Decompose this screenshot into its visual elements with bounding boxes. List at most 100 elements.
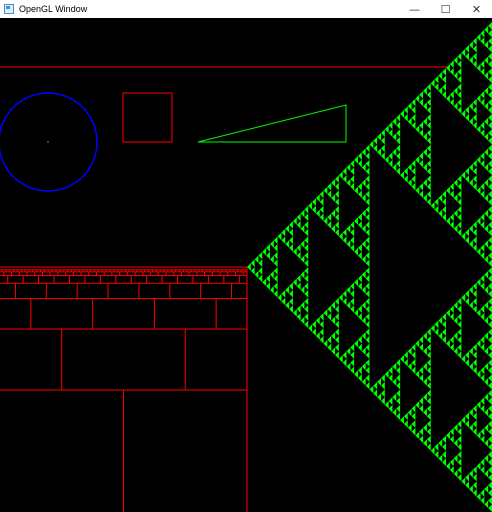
- sierpinski-cell: [438, 194, 443, 202]
- sierpinski-cell: [365, 152, 370, 160]
- sierpinski-cell: [289, 305, 293, 313]
- sierpinski-cell: [480, 190, 485, 199]
- sierpinski-cell: [488, 267, 492, 275]
- sierpinski-cell: [331, 209, 336, 218]
- sierpinski-cell: [258, 274, 263, 283]
- sierpinski-cell: [350, 358, 355, 367]
- sierpinski-cell: [403, 412, 408, 421]
- sierpinski-cell: [350, 244, 355, 252]
- sierpinski-cell: [346, 163, 351, 172]
- sierpinski-cell: [488, 205, 492, 214]
- sierpinski-cell: [331, 194, 336, 202]
- sierpinski-cell: [488, 404, 492, 413]
- sierpinski-cell: [392, 133, 397, 141]
- sierpinski-cell: [480, 152, 485, 160]
- sierpinski-cell: [423, 87, 427, 95]
- sierpinski-cell: [488, 282, 492, 290]
- sierpinski-cell: [488, 228, 492, 237]
- sierpinski-cell: [354, 370, 359, 379]
- sierpinski-cell: [300, 209, 305, 218]
- sierpinski-cell: [346, 347, 351, 356]
- sierpinski-cell: [480, 213, 485, 222]
- sierpinski-cell: [472, 404, 477, 413]
- sierpinski-cell: [266, 244, 270, 252]
- sierpinski-cell: [365, 190, 370, 199]
- sierpinski-cell: [273, 251, 278, 260]
- sierpinski-cell: [285, 240, 290, 248]
- sierpinski-cell: [484, 224, 489, 233]
- sierpinski-cell: [411, 121, 416, 130]
- sierpinski-cell: [453, 87, 458, 95]
- sierpinski-cell: [434, 205, 439, 214]
- sierpinski-cell: [480, 274, 485, 283]
- sierpinski-cell: [350, 159, 355, 168]
- sierpinski-cell: [315, 332, 320, 340]
- sierpinski-cell: [423, 163, 427, 172]
- sierpinski-cell: [426, 435, 431, 444]
- minimize-button[interactable]: —: [399, 0, 430, 18]
- sierpinski-cell: [488, 251, 492, 260]
- sierpinski-cell: [488, 198, 492, 206]
- sierpinski-cell: [300, 316, 305, 325]
- gl-canvas[interactable]: [0, 18, 492, 512]
- sierpinski-cell: [342, 289, 347, 298]
- sierpinski-cell: [488, 397, 492, 405]
- sierpinski-cell: [384, 370, 389, 379]
- sierpinski-cell: [411, 167, 416, 176]
- sierpinski-cell: [358, 182, 362, 191]
- sierpinski-cell: [426, 351, 431, 359]
- sierpinski-cell: [484, 209, 489, 218]
- sierpinski-cell: [266, 251, 270, 260]
- sierpinski-cell: [296, 312, 301, 321]
- sierpinski-cell: [365, 312, 370, 321]
- sierpinski-cell: [312, 198, 316, 206]
- sierpinski-cell: [358, 282, 362, 290]
- sierpinski-cell: [327, 305, 332, 313]
- sierpinski-cell: [484, 439, 489, 447]
- sierpinski-cell: [457, 60, 462, 68]
- sierpinski-cell: [419, 129, 424, 137]
- sierpinski-cell: [488, 129, 492, 137]
- sierpinski-cell: [419, 98, 424, 107]
- sierpinski-cell: [411, 358, 416, 367]
- sierpinski-cell: [480, 466, 485, 474]
- sierpinski-cell: [411, 113, 416, 122]
- sierpinski-cell: [411, 366, 416, 375]
- sierpinski-cell: [488, 152, 492, 160]
- sierpinski-cell: [365, 228, 370, 237]
- sierpinski-cell: [319, 213, 324, 222]
- sierpinski-cell: [342, 228, 347, 237]
- sierpinski-cell: [465, 228, 470, 237]
- sierpinski-cell: [350, 343, 355, 352]
- close-button[interactable]: ✕: [461, 0, 492, 18]
- sierpinski-cell: [472, 358, 477, 367]
- sierpinski-cell: [472, 343, 477, 352]
- sierpinski-cell: [453, 194, 458, 202]
- sierpinski-cell: [488, 335, 492, 344]
- sierpinski-cell: [461, 232, 466, 241]
- sierpinski-cell: [442, 205, 447, 214]
- sierpinski-cell: [480, 67, 485, 76]
- sierpinski-cell: [426, 335, 431, 344]
- sierpinski-cell: [392, 362, 397, 371]
- sierpinski-cell: [354, 217, 359, 225]
- sierpinski-cell: [361, 270, 366, 279]
- sierpinski-cell: [472, 305, 477, 313]
- sierpinski-cell: [331, 301, 336, 310]
- sierpinski-cell: [457, 343, 462, 352]
- sierpinski-cell: [327, 182, 332, 191]
- sierpinski-cell: [469, 224, 473, 233]
- sierpinski-cell: [426, 175, 431, 183]
- sierpinski-cell: [296, 274, 301, 283]
- sierpinski-cell: [419, 182, 424, 191]
- sierpinski-cell: [484, 41, 489, 49]
- maximize-button[interactable]: ☐: [430, 0, 461, 18]
- sierpinski-cell: [407, 178, 412, 187]
- sierpinski-cell: [472, 121, 477, 130]
- sierpinski-cell: [342, 297, 347, 306]
- sierpinski-cell: [296, 221, 301, 229]
- sierpinski-cell: [400, 416, 404, 424]
- title-bar[interactable]: OpenGL Window — ☐ ✕: [0, 0, 492, 18]
- sierpinski-cell: [380, 144, 385, 153]
- sierpinski-cell: [488, 175, 492, 183]
